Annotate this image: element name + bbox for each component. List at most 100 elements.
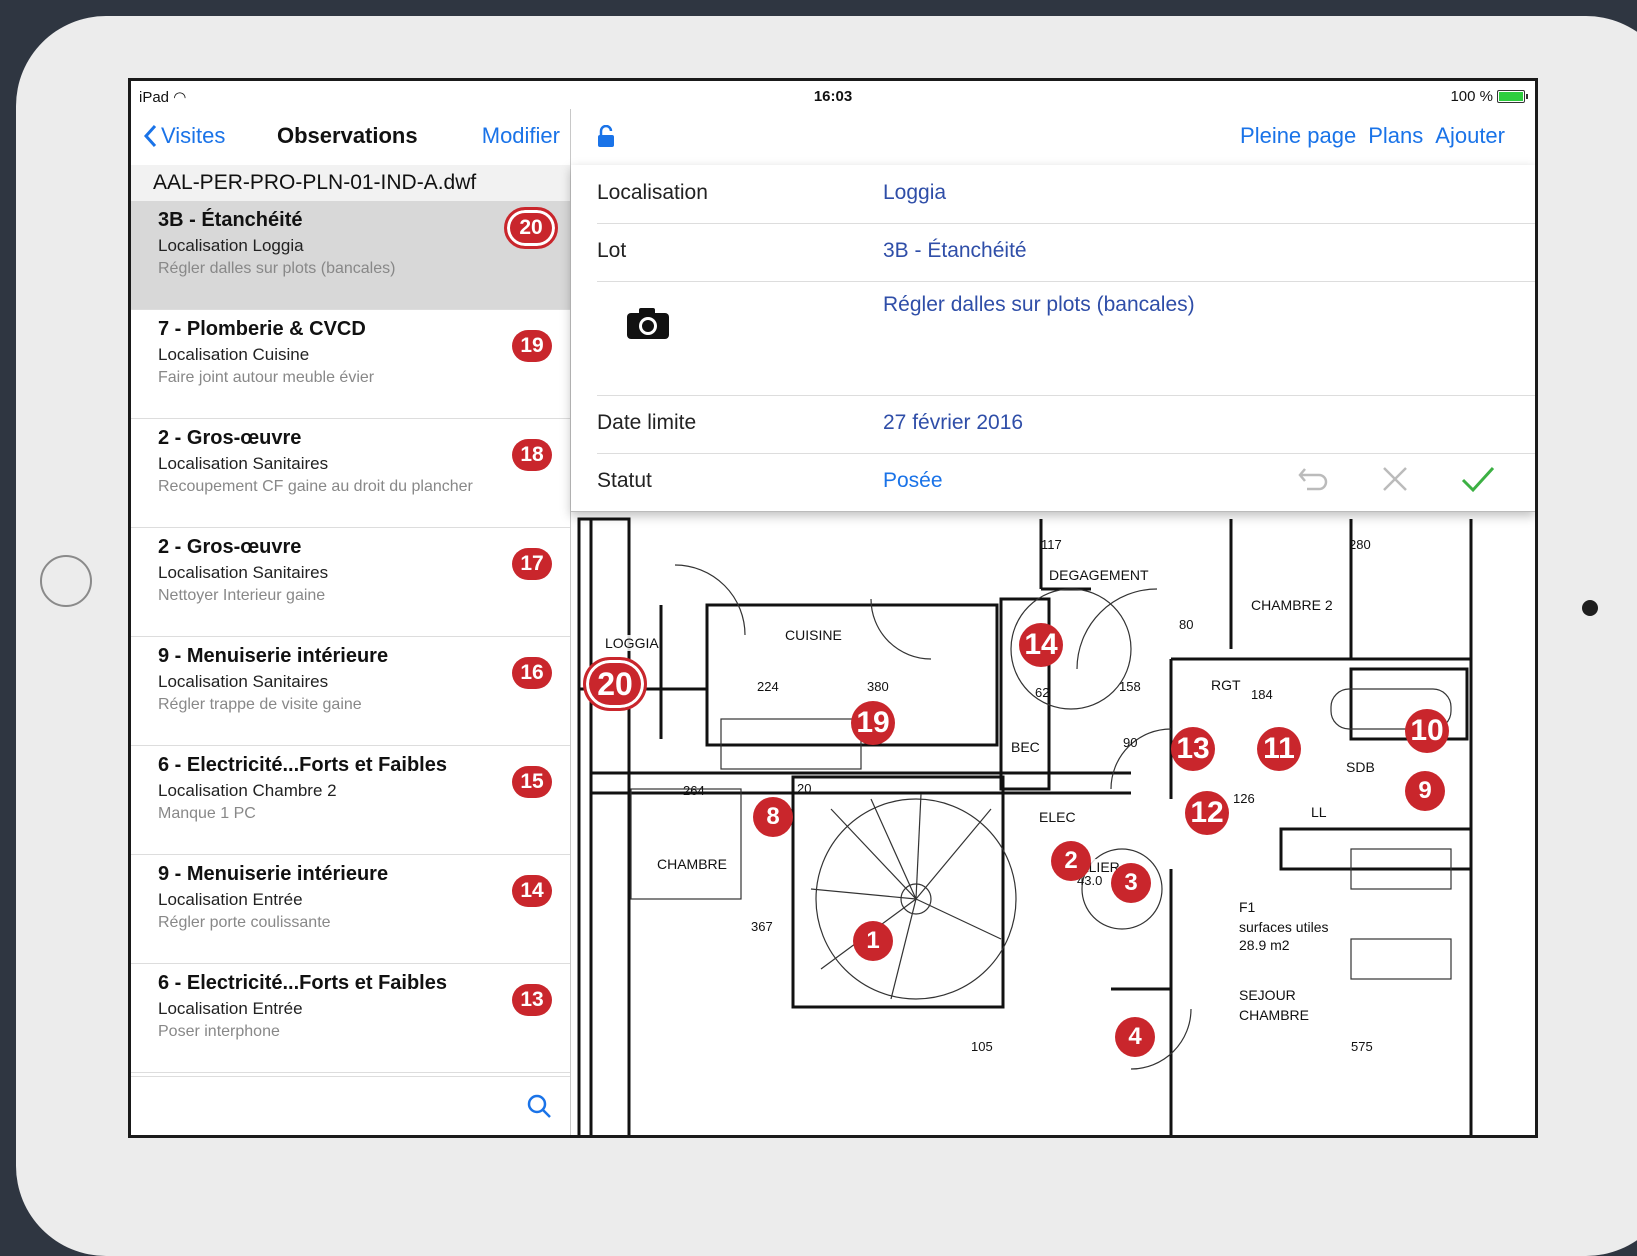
room-label: ELEC — [1039, 809, 1076, 825]
dimension-label: 117 — [1041, 537, 1062, 552]
clock: 16:03 — [813, 88, 853, 105]
dimension-label: 105 — [971, 1039, 993, 1054]
observation-pin[interactable]: 3 — [1111, 863, 1151, 903]
room-label: SDB — [1346, 759, 1375, 775]
description-row: Régler dalles sur plots (bancales) — [597, 281, 1535, 396]
observation-pin[interactable]: 4 — [1115, 1017, 1155, 1057]
observation-description: Recoupement CF gaine au droit du planche… — [158, 478, 473, 495]
floor-plan[interactable]: DEGAGEMENT CHAMBRE 2 CUISINE LOGGIA RGT BEC SD… — [571, 509, 1535, 1135]
room-label: 28.9 m2 — [1239, 937, 1290, 953]
observation-pin[interactable]: 1 — [853, 921, 893, 961]
camera-icon[interactable] — [625, 305, 671, 341]
dimension-label: 80 — [1179, 617, 1194, 632]
date-value: 27 février 2016 — [883, 411, 1024, 434]
statut-value[interactable]: Posée — [883, 469, 943, 493]
observation-description: Faire joint autour meuble évier — [158, 369, 375, 386]
room-label: RGT — [1211, 677, 1241, 693]
observation-number-badge: 13 — [512, 984, 552, 1016]
plans-button[interactable]: Plans — [1368, 123, 1423, 149]
observation-location: Localisation Sanitaires — [158, 672, 329, 691]
observation-description: Régler porte coulissante — [158, 914, 331, 931]
date-row[interactable]: Date limite 27 février 2016 — [597, 395, 1535, 454]
lot-label: Lot — [597, 239, 627, 262]
dimension-label: 184 — [1251, 687, 1273, 702]
localisation-label: Localisation — [597, 181, 708, 204]
room-label: CHAMBRE 2 — [1251, 597, 1333, 613]
dimension-label: 575 — [1351, 1039, 1373, 1054]
observation-number-badge: 19 — [512, 330, 552, 362]
description-value[interactable]: Régler dalles sur plots (bancales) — [883, 293, 1195, 317]
observation-title: 7 - Plomberie & CVCD — [158, 318, 366, 340]
observation-item[interactable]: 2 - Gros-œuvre Localisation Sanitaires Net… — [131, 528, 570, 637]
room-label: surfaces utiles — [1239, 919, 1329, 935]
observation-pin[interactable]: 11 — [1257, 727, 1301, 771]
observation-pin[interactable]: 10 — [1405, 709, 1449, 753]
front-camera — [1582, 600, 1598, 616]
observations-list: 3B - Étanchéité Localisation Loggia Régler… — [131, 201, 570, 1073]
observation-title: 2 - Gros-œuvre — [158, 536, 302, 558]
close-icon[interactable] — [1381, 465, 1409, 493]
observation-form: Localisation Loggia Lot 3B - Étanchéité … — [571, 165, 1535, 512]
observation-pin[interactable]: 20 — [583, 657, 647, 711]
back-button[interactable]: Visites — [143, 123, 225, 149]
file-section-header: AAL-PER-PRO-PLN-01-IND-A.dwf — [131, 165, 570, 201]
battery-text: 100 % — [1450, 88, 1493, 105]
back-label: Visites — [161, 123, 226, 148]
observation-item[interactable]: 6 - Electricité...Forts et Faibles Locali… — [131, 746, 570, 855]
dimension-label: 367 — [751, 919, 773, 934]
status-bar: iPad ◠ 16:03 100 % — [131, 81, 1535, 109]
room-label: LOGGIA — [605, 635, 659, 651]
dimension-label: 62 — [1035, 685, 1050, 700]
observation-item[interactable]: 2 - Gros-œuvre Localisation Sanitaires Rec… — [131, 419, 570, 528]
app-screen: iPad ◠ 16:03 100 % Visites Observations … — [128, 78, 1538, 1138]
dimension-label: 380 — [867, 679, 889, 694]
observation-location: Localisation Chambre 2 — [158, 781, 337, 800]
dimension-label: 126 — [1233, 791, 1255, 806]
observation-pin[interactable]: 2 — [1051, 841, 1091, 881]
observation-location: Localisation Entrée — [158, 999, 303, 1018]
add-button[interactable]: Ajouter — [1435, 123, 1505, 149]
localisation-row[interactable]: Localisation Loggia — [597, 165, 1535, 224]
observation-item[interactable]: 3B - Étanchéité Localisation Loggia Régler… — [131, 201, 570, 310]
observation-pin[interactable]: 19 — [851, 701, 895, 745]
observations-panel: Visites Observations Modifier AAL-PER-PR… — [131, 109, 571, 1135]
observation-title: 9 - Menuiserie intérieure — [158, 863, 389, 885]
room-label: BEC — [1011, 739, 1040, 755]
list-footer — [131, 1076, 570, 1135]
observation-item[interactable]: 6 - Electricité...Forts et Faibles Locali… — [131, 964, 570, 1073]
edit-button[interactable]: Modifier — [482, 123, 560, 149]
statut-row: Statut Posée — [597, 453, 1535, 511]
dimension-label: 90 — [1123, 735, 1138, 750]
observation-item[interactable]: 9 - Menuiserie intérieure Localisation En… — [131, 855, 570, 964]
home-button[interactable] — [40, 555, 92, 607]
room-label: CHAMBRE — [657, 856, 728, 872]
room-label: F1 — [1239, 899, 1256, 915]
detail-panel: Pleine page Plans Ajouter Localisation L… — [571, 109, 1535, 1135]
observation-pin[interactable]: 13 — [1171, 727, 1215, 771]
observation-pin[interactable]: 14 — [1019, 623, 1063, 667]
observation-description: Nettoyer Interieur gaine — [158, 587, 326, 604]
observation-number-badge: 20 — [504, 207, 558, 249]
lot-value: 3B - Étanchéité — [883, 239, 1027, 262]
battery-status: 100 % — [1450, 88, 1528, 105]
fullpage-button[interactable]: Pleine page — [1240, 123, 1356, 149]
observation-number-badge: 18 — [512, 439, 552, 471]
observation-pin[interactable]: 8 — [753, 797, 793, 837]
observation-location: Localisation Sanitaires — [158, 563, 329, 582]
observation-number-badge: 16 — [512, 657, 552, 689]
undo-icon[interactable] — [1297, 465, 1329, 493]
checkmark-icon[interactable] — [1461, 465, 1495, 493]
room-label: CHAMBRE — [1239, 1007, 1310, 1023]
search-icon[interactable] — [526, 1093, 552, 1119]
room-label: DEGAGEMENT — [1049, 567, 1149, 583]
observation-pin[interactable]: 9 — [1405, 771, 1445, 811]
unlock-icon[interactable] — [597, 125, 615, 149]
observation-description: Poser interphone — [158, 1023, 280, 1040]
observation-pin[interactable]: 12 — [1185, 791, 1229, 835]
lot-row[interactable]: Lot 3B - Étanchéité — [597, 223, 1535, 282]
observation-title: 6 - Electricité...Forts et Faibles — [158, 754, 447, 776]
observation-item[interactable]: 9 - Menuiserie intérieure Localisation Sa… — [131, 637, 570, 746]
observation-title: 2 - Gros-œuvre — [158, 427, 302, 449]
left-navbar: Visites Observations Modifier — [131, 109, 570, 165]
observation-item[interactable]: 7 - Plomberie & CVCD Localisation Cuisine… — [131, 310, 570, 419]
